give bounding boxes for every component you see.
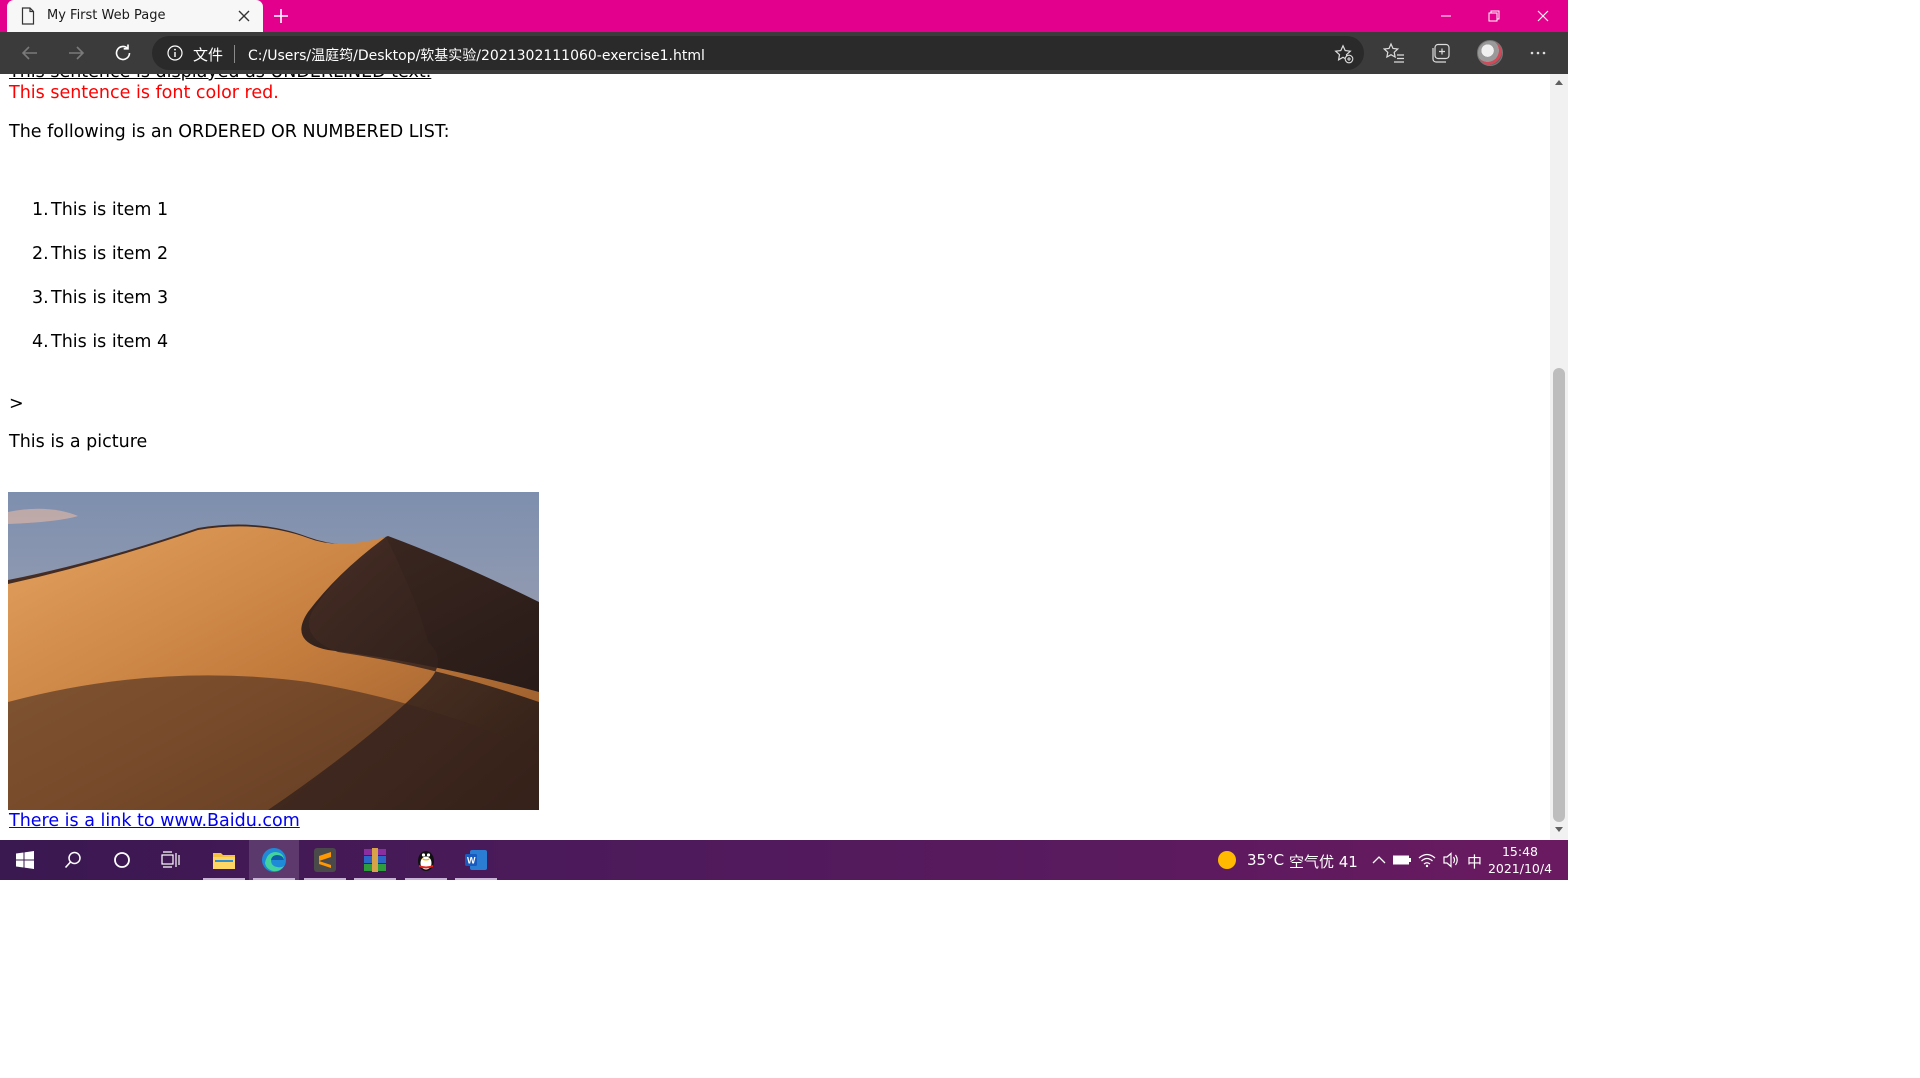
windows-taskbar: W 35°C 空气优 41 中 15:48 2021/10/4 xyxy=(0,840,1568,880)
new-tab-icon[interactable] xyxy=(272,7,290,25)
vertical-scrollbar[interactable] xyxy=(1550,74,1568,840)
stray-character: > xyxy=(9,394,24,414)
list-item: 2. This is item 2 xyxy=(32,244,168,264)
restore-button[interactable] xyxy=(1471,0,1517,32)
file-scheme-label: 文件 xyxy=(193,46,224,64)
air-quality-text[interactable]: 空气优 41 xyxy=(1289,851,1358,872)
sublime-text-icon xyxy=(314,848,336,872)
running-indicator xyxy=(405,878,447,880)
list-item-number: 1. xyxy=(32,200,49,220)
battery-icon xyxy=(1393,855,1411,865)
scroll-thumb[interactable] xyxy=(1553,368,1565,822)
address-separator xyxy=(234,45,235,63)
red-sentence: This sentence is font color red. xyxy=(9,83,279,103)
url-text[interactable]: C:/Users/温庭筠/Desktop/软基实验/2021302111060-… xyxy=(248,45,705,65)
info-icon[interactable] xyxy=(167,45,183,61)
page-icon xyxy=(21,7,35,25)
taskbar-edge[interactable] xyxy=(249,840,299,880)
close-tab-icon[interactable] xyxy=(237,9,251,23)
search-icon xyxy=(64,851,81,869)
running-indicator xyxy=(455,878,497,880)
list-item-text: This is item 2 xyxy=(51,244,169,264)
list-heading: The following is an ORDERED OR NUMBERED … xyxy=(9,122,450,142)
navigation-bar: 文件 C:/Users/温庭筠/Desktop/软基实验/20213021110… xyxy=(0,32,1568,74)
close-icon xyxy=(1537,10,1549,22)
address-bar[interactable]: 文件 C:/Users/温庭筠/Desktop/软基实验/20213021110… xyxy=(152,36,1364,70)
collections-icon xyxy=(1432,43,1450,63)
minimize-button[interactable] xyxy=(1423,0,1469,32)
running-indicator xyxy=(253,878,295,880)
baidu-link[interactable]: There is a link to www.Baidu.com xyxy=(9,811,300,831)
wifi-icon xyxy=(1418,853,1436,868)
chevron-up-icon xyxy=(1372,856,1386,864)
list-item-number: 3. xyxy=(32,288,49,308)
running-indicator xyxy=(354,878,396,880)
cortana-circle-icon xyxy=(114,852,130,868)
taskbar-sublime-text[interactable] xyxy=(300,840,350,880)
back-button[interactable] xyxy=(17,40,43,66)
profile-avatar[interactable] xyxy=(1477,40,1503,66)
taskbar-word[interactable]: W xyxy=(451,840,501,880)
taskbar-qq[interactable] xyxy=(401,840,451,880)
clock-time: 15:48 xyxy=(1501,844,1539,859)
browser-tab[interactable]: My First Web Page xyxy=(7,0,263,32)
minimize-icon xyxy=(1441,15,1451,17)
word-icon: W xyxy=(465,850,487,870)
task-view-icon xyxy=(161,851,180,868)
forward-arrow-icon xyxy=(69,46,85,60)
scroll-down-arrow-icon[interactable] xyxy=(1555,827,1563,832)
add-favorite-icon[interactable] xyxy=(1334,44,1354,64)
more-dots-icon xyxy=(1530,51,1546,55)
running-indicator xyxy=(304,878,346,880)
qq-penguin-icon xyxy=(418,851,434,871)
search-button[interactable] xyxy=(48,840,98,880)
winrar-icon xyxy=(364,848,386,872)
battery-status[interactable] xyxy=(1393,851,1411,869)
cortana-button[interactable] xyxy=(97,840,147,880)
desert-dune-picture xyxy=(8,492,539,810)
clock-date: 2021/10/4 xyxy=(1487,861,1553,876)
taskbar-file-explorer[interactable] xyxy=(199,840,249,880)
volume-control[interactable] xyxy=(1442,851,1460,869)
list-item: 3. This is item 3 xyxy=(32,288,168,308)
favorites-button[interactable] xyxy=(1382,41,1406,65)
edge-browser-icon xyxy=(262,848,286,872)
collections-button[interactable] xyxy=(1429,41,1453,65)
svg-text:W: W xyxy=(467,856,476,866)
title-bar: My First Web Page xyxy=(0,0,1568,32)
scroll-up-arrow-icon[interactable] xyxy=(1555,80,1563,85)
list-item-text: This is item 3 xyxy=(51,288,169,308)
network-status[interactable] xyxy=(1418,851,1436,869)
taskbar-clock[interactable]: 15:48 2021/10/4 xyxy=(1480,843,1560,877)
tab-title: My First Web Page xyxy=(47,8,166,23)
list-item-text: This is item 1 xyxy=(51,200,169,220)
forward-button[interactable] xyxy=(63,40,89,66)
back-arrow-icon xyxy=(21,46,37,60)
running-indicator xyxy=(203,878,245,880)
underlined-sentence: This sentence is displayed as UNDERLINED… xyxy=(9,74,431,82)
list-item-text: This is item 4 xyxy=(51,332,169,352)
settings-more-button[interactable] xyxy=(1526,41,1550,65)
list-item: 1. This is item 1 xyxy=(32,200,168,220)
refresh-icon xyxy=(115,44,131,61)
refresh-button[interactable] xyxy=(110,40,136,66)
restore-icon xyxy=(1488,10,1500,22)
speaker-icon xyxy=(1443,852,1458,868)
show-hidden-icons-button[interactable] xyxy=(1370,851,1388,869)
task-view-button[interactable] xyxy=(146,840,196,880)
folder-icon xyxy=(213,853,235,869)
weather-temperature[interactable]: 35°C xyxy=(1247,851,1284,869)
taskbar-winrar[interactable] xyxy=(350,840,400,880)
favorites-list-icon xyxy=(1383,42,1404,63)
close-window-button[interactable] xyxy=(1520,0,1566,32)
picture-caption: This is a picture xyxy=(9,432,148,452)
list-item-number: 2. xyxy=(32,244,49,264)
list-item: 4. This is item 4 xyxy=(32,332,168,352)
weather-sun-icon[interactable] xyxy=(1217,850,1237,870)
windows-logo-icon xyxy=(16,851,34,869)
list-item-number: 4. xyxy=(32,332,49,352)
page-content: This sentence is displayed as UNDERLINED… xyxy=(0,74,1550,840)
start-button[interactable] xyxy=(0,840,50,880)
